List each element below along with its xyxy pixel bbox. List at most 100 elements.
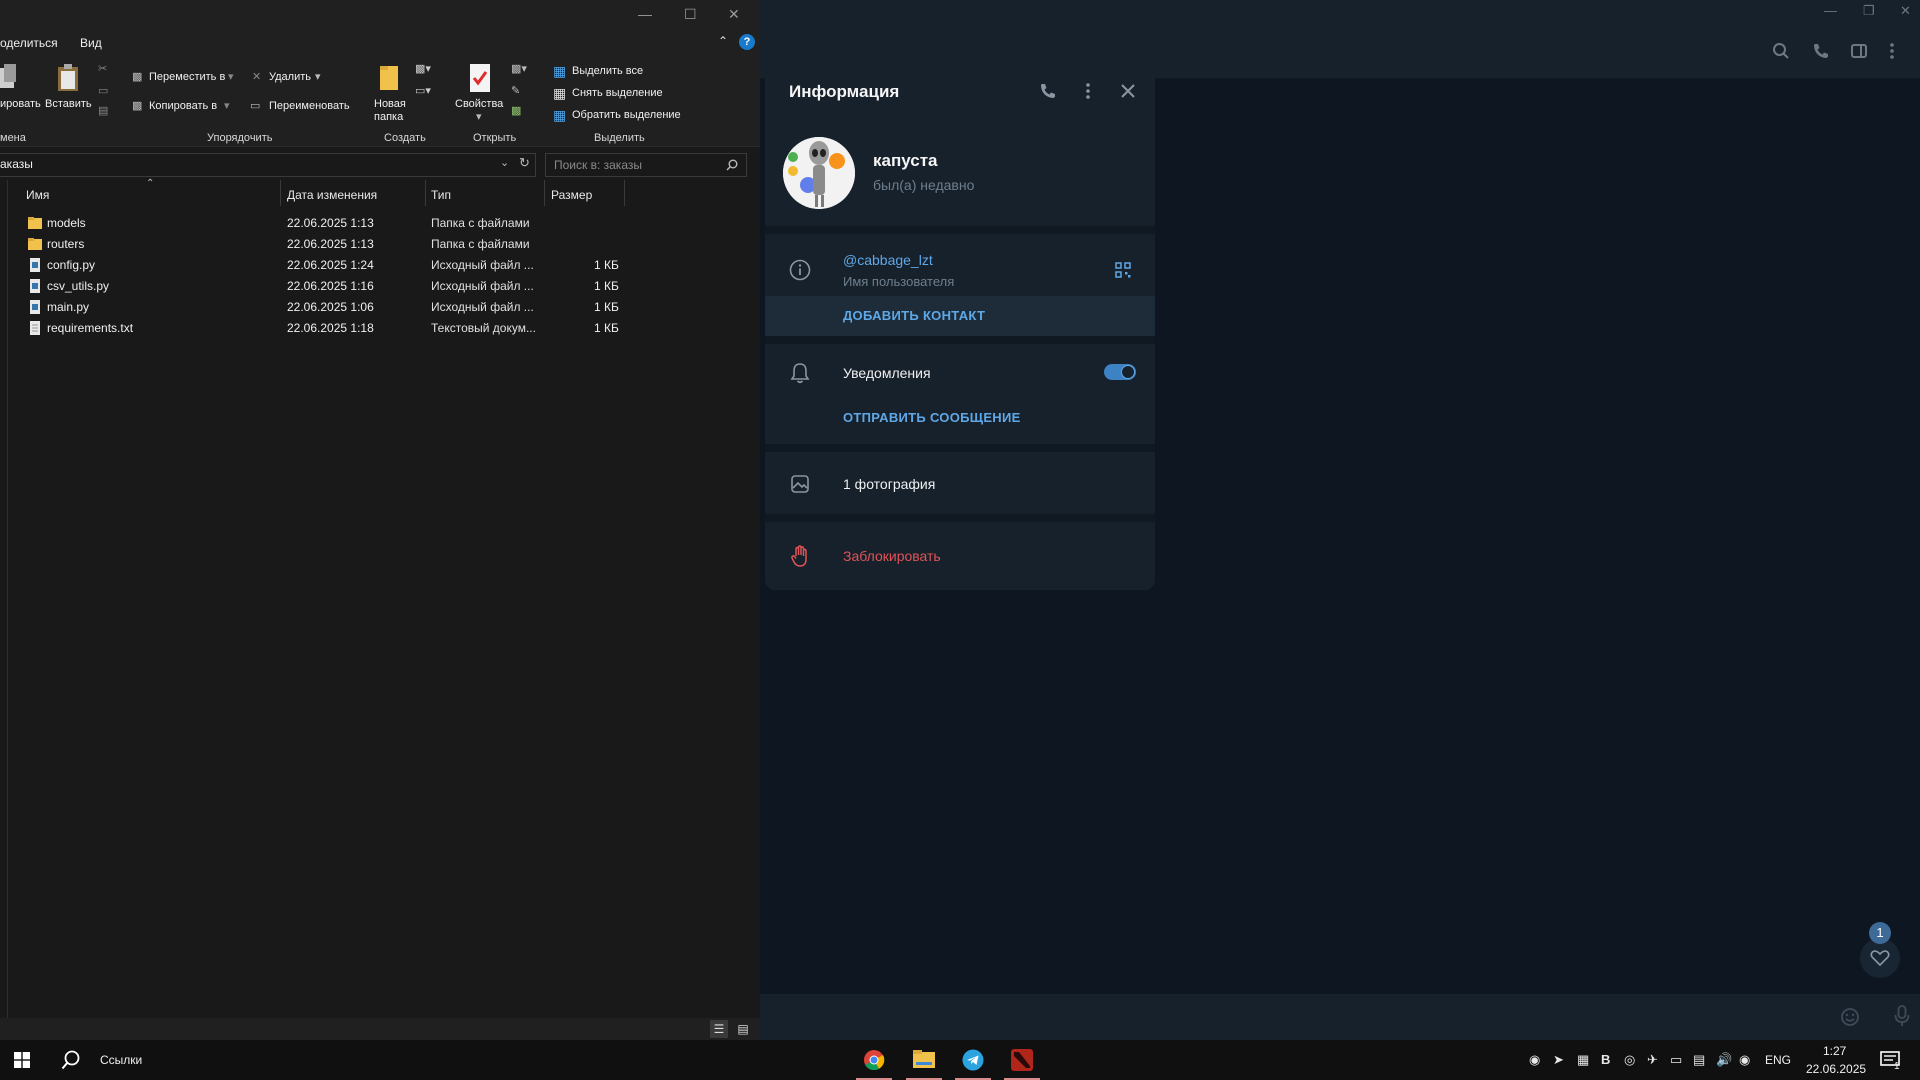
microphone-icon[interactable] xyxy=(1894,1005,1910,1027)
minimize-button[interactable]: — xyxy=(638,6,652,22)
photo-icon xyxy=(791,475,809,493)
phone-icon[interactable] xyxy=(1812,42,1830,60)
file-size: 1 КБ xyxy=(594,279,619,293)
large-icons-view-icon[interactable]: ▤ xyxy=(734,1020,752,1038)
delete-button[interactable]: Удалить xyxy=(269,71,311,83)
search-icon[interactable] xyxy=(726,159,738,171)
discord-tray-icon[interactable]: ◉ xyxy=(1529,1052,1540,1068)
file-row[interactable]: requirements.txt 22.06.2025 1:18 Текстовый… xyxy=(8,318,628,339)
paste-button[interactable]: Вставить xyxy=(45,98,92,110)
close-icon[interactable] xyxy=(1121,84,1135,98)
new-folder-button-line1[interactable]: Новая xyxy=(374,98,406,110)
dropdown-icon: ▾ xyxy=(228,71,234,83)
close-button[interactable]: ✕ xyxy=(1900,4,1911,18)
favorites-button[interactable] xyxy=(1860,938,1900,978)
search-icon[interactable] xyxy=(61,1050,81,1070)
navigation-pane[interactable] xyxy=(0,180,8,1018)
edit-icon[interactable]: ✎ xyxy=(511,84,520,97)
column-divider[interactable] xyxy=(425,180,426,206)
address-history-dropdown-icon[interactable]: ⌄ xyxy=(500,156,509,169)
emoji-icon[interactable] xyxy=(1840,1007,1860,1027)
clock-time[interactable]: 1:27 xyxy=(1823,1044,1846,1058)
photos-item[interactable]: 1 фотография xyxy=(843,476,935,492)
username-link[interactable]: @cabbage_lzt xyxy=(843,252,933,268)
sidebar-toggle-icon[interactable] xyxy=(1850,42,1868,60)
copy-path-button[interactable]: ировать xyxy=(0,98,41,110)
vk-tray-icon[interactable]: B xyxy=(1601,1052,1610,1067)
maximize-button[interactable]: ☐ xyxy=(684,6,697,23)
file-name: routers xyxy=(47,237,85,251)
refresh-icon[interactable]: ↻ xyxy=(519,155,530,171)
select-none-icon: ▦ xyxy=(553,85,567,101)
telegram-tray-icon[interactable]: ➤ xyxy=(1553,1052,1564,1068)
explorer-taskbar-button[interactable] xyxy=(902,1040,946,1080)
copy-icon[interactable]: ▭ xyxy=(98,84,108,97)
more-icon[interactable] xyxy=(1888,42,1896,60)
block-user-button[interactable]: Заблокировать xyxy=(843,548,941,564)
airplane-tray-icon[interactable]: ✈ xyxy=(1647,1052,1658,1068)
file-type: Исходный файл ... xyxy=(431,279,534,293)
help-icon[interactable]: ? xyxy=(739,34,755,50)
network-icon[interactable]: ▤ xyxy=(1693,1052,1705,1068)
dota-taskbar-button[interactable] xyxy=(1000,1040,1044,1080)
cut-icon[interactable]: ✂ xyxy=(98,62,107,75)
properties-button[interactable]: Свойства xyxy=(455,98,503,110)
column-divider[interactable] xyxy=(280,180,281,206)
file-type: Исходный файл ... xyxy=(431,300,534,314)
close-button[interactable]: ✕ xyxy=(728,6,740,23)
properties-icon xyxy=(470,64,490,92)
minimize-button[interactable]: — xyxy=(1824,4,1837,18)
select-none-button[interactable]: Снять выделение xyxy=(572,87,663,99)
avatar[interactable] xyxy=(783,137,855,209)
windows-start-icon[interactable] xyxy=(14,1052,30,1068)
search-input[interactable] xyxy=(552,156,726,174)
search-box[interactable] xyxy=(545,153,747,177)
add-contact-button[interactable]: ДОБАВИТЬ КОНТАКТ xyxy=(765,296,1155,336)
app-tray-icon[interactable]: ▦ xyxy=(1577,1052,1589,1068)
restore-button[interactable]: ❐ xyxy=(1863,4,1875,18)
taskbar-search-label[interactable]: Ссылки xyxy=(100,1053,142,1067)
language-indicator[interactable]: ENG xyxy=(1765,1053,1791,1067)
column-size[interactable]: Размер xyxy=(551,188,592,202)
file-row[interactable]: csv_utils.py 22.06.2025 1:16 Исходный файл… xyxy=(8,276,628,297)
search-icon[interactable] xyxy=(1772,42,1790,60)
history-icon[interactable]: ▩ xyxy=(511,104,521,117)
chrome-taskbar-button[interactable] xyxy=(852,1040,896,1080)
open-icon[interactable]: ▩▾ xyxy=(511,62,527,75)
notifications-toggle[interactable] xyxy=(1104,364,1136,380)
address-bar[interactable]: аказы ⌄ ↻ xyxy=(0,153,536,177)
file-row[interactable]: config.py 22.06.2025 1:24 Исходный файл ..… xyxy=(8,255,628,276)
volume-icon[interactable]: 🔊 xyxy=(1716,1052,1732,1068)
telegram-taskbar-button[interactable] xyxy=(951,1040,995,1080)
select-all-button[interactable]: Выделить все xyxy=(572,65,643,77)
new-item-icon[interactable]: ▩▾ xyxy=(415,62,431,75)
column-name[interactable]: Имя xyxy=(26,188,49,202)
column-divider[interactable] xyxy=(624,180,625,206)
send-message-button[interactable]: ОТПРАВИТЬ СООБЩЕНИЕ xyxy=(843,410,1021,425)
column-date[interactable]: Дата изменения xyxy=(287,188,377,202)
notification-tray-icon[interactable]: ▭ xyxy=(1670,1052,1682,1068)
file-row[interactable]: main.py 22.06.2025 1:06 Исходный файл ... 1… xyxy=(8,297,628,318)
new-folder-button-line2[interactable]: папка xyxy=(374,111,403,123)
file-row[interactable]: models 22.06.2025 1:13 Папка с файлами xyxy=(8,213,628,234)
clock-date[interactable]: 22.06.2025 xyxy=(1806,1062,1866,1076)
column-divider[interactable] xyxy=(544,180,545,206)
move-to-button[interactable]: Переместить в xyxy=(149,71,225,83)
easy-access-icon[interactable]: ▭▾ xyxy=(415,84,431,97)
tab-view[interactable]: Вид xyxy=(80,36,102,50)
phone-icon[interactable] xyxy=(1039,82,1057,100)
collapse-ribbon-icon[interactable]: ⌃ xyxy=(718,34,728,48)
steam-status-icon[interactable]: ◉ xyxy=(1739,1052,1750,1068)
rename-button[interactable]: Переименовать xyxy=(269,100,350,112)
more-icon[interactable] xyxy=(1084,82,1092,100)
copy-to-button[interactable]: Копировать в xyxy=(149,100,217,112)
steam-tray-icon[interactable]: ◎ xyxy=(1624,1052,1635,1068)
details-view-icon[interactable]: ☰ xyxy=(710,1020,728,1038)
qr-code-icon[interactable] xyxy=(1115,262,1131,278)
file-row[interactable]: routers 22.06.2025 1:13 Папка с файлами xyxy=(8,234,628,255)
message-input-bar xyxy=(760,994,1920,1040)
invert-selection-button[interactable]: Обратить выделение xyxy=(572,109,681,121)
column-type[interactable]: Тип xyxy=(431,188,451,202)
paste-shortcut-icon[interactable]: ▤ xyxy=(98,104,108,117)
tab-share[interactable]: оделиться xyxy=(0,36,58,50)
